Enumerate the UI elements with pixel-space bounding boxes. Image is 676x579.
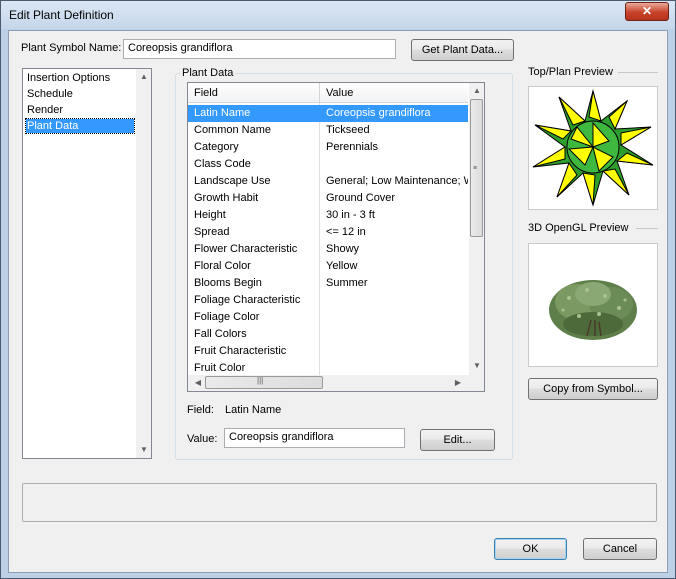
grid-scroll-up-icon[interactable]: ▲ [469, 86, 484, 95]
value-cell [320, 292, 468, 309]
plant-symbol-icon [532, 89, 654, 207]
shrub-render-icon [549, 280, 637, 340]
table-row[interactable]: Fruit Characteristic [188, 343, 468, 360]
copy-from-symbol-button[interactable]: Copy from Symbol... [528, 378, 658, 400]
symbol-name-input[interactable]: Coreopsis grandiflora [123, 39, 396, 59]
scroll-corner [469, 375, 484, 391]
field-cell: Growth Habit [194, 192, 259, 204]
table-row[interactable]: Floral Color Yellow [188, 258, 468, 275]
table-row[interactable]: Foliage Color [188, 309, 468, 326]
grid-scroll-down-icon[interactable]: ▼ [469, 361, 484, 370]
ok-button[interactable]: OK [494, 538, 567, 560]
table-row[interactable]: Growth Habit Ground Cover [188, 190, 468, 207]
field-cell: Landscape Use [194, 175, 271, 187]
field-cell: Height [194, 209, 226, 221]
nav-item[interactable]: Render [26, 103, 64, 117]
cancel-button[interactable]: Cancel [583, 538, 657, 560]
value-cell: Yellow [326, 260, 358, 272]
title-bar[interactable]: Edit Plant Definition ✕ [1, 1, 675, 29]
value-cell [320, 156, 468, 173]
value-cell: General; Low Maintenance; W [326, 175, 468, 187]
table-row[interactable]: Common Name Tickseed [188, 122, 468, 139]
field-cell: Fall Colors [194, 328, 247, 340]
edit-button[interactable]: Edit... [420, 429, 495, 451]
value-input[interactable]: Coreopsis grandiflora [224, 428, 405, 448]
table-row[interactable]: Foliage Characteristic [188, 292, 468, 309]
table-row[interactable]: Blooms Begin Summer [188, 275, 468, 292]
field-cell: Flower Characteristic [194, 243, 298, 255]
window-title: Edit Plant Definition [9, 8, 114, 22]
column-header-field[interactable]: Field [188, 83, 320, 103]
column-header-value[interactable]: Value [320, 83, 468, 103]
status-area [22, 483, 657, 522]
plant-data-grid[interactable]: Field Value Latin Name Coreopsis grandifl… [187, 82, 485, 392]
field-cell: Blooms Begin [194, 277, 262, 289]
value-cell: Showy [326, 243, 360, 255]
field-value: Latin Name [225, 404, 282, 416]
field-cell: Category [194, 141, 239, 153]
table-row[interactable]: Class Code [188, 156, 468, 173]
value-cell: Ground Cover [326, 192, 396, 204]
grid-horizontal-scrollbar[interactable]: ◀ ||| ▶ [188, 375, 469, 391]
opengl-preview-title: 3D OpenGL Preview [528, 222, 629, 234]
top-plan-preview [528, 86, 658, 210]
table-row[interactable]: Spread <= 12 in [188, 224, 468, 241]
grip-icon: ≡ [473, 165, 478, 172]
close-button[interactable]: ✕ [625, 2, 669, 21]
table-row[interactable]: Height 30 in - 3 ft [188, 207, 468, 224]
nav-item[interactable]: Schedule [26, 87, 74, 101]
scroll-down-icon[interactable]: ▼ [136, 445, 152, 454]
value-cell [320, 309, 468, 326]
scroll-up-icon[interactable]: ▲ [136, 72, 152, 81]
grid-header: Field Value [188, 83, 468, 103]
table-row[interactable]: Landscape Use General; Low Maintenance; W [188, 173, 468, 190]
get-plant-data-button[interactable]: Get Plant Data... [411, 39, 514, 61]
grid-horizontal-thumb[interactable] [205, 376, 323, 389]
divider [636, 228, 658, 229]
close-icon: ✕ [641, 4, 653, 18]
grip-icon: ||| [257, 376, 264, 385]
field-cell: Floral Color [194, 260, 251, 272]
dialog-client: Plant Symbol Name: Coreopsis grandiflora… [8, 30, 668, 573]
table-row[interactable]: Flower Characteristic Showy [188, 241, 468, 258]
value-cell [320, 326, 468, 343]
value-cell: 30 in - 3 ft [326, 209, 375, 221]
field-cell: Fruit Characteristic [194, 345, 287, 357]
table-row[interactable]: Latin Name Coreopsis grandiflora [188, 105, 468, 122]
field-label: Field: [187, 404, 214, 416]
field-cell: Class Code [194, 158, 251, 170]
symbol-name-label: Plant Symbol Name: [21, 42, 122, 54]
field-cell: Foliage Color [194, 311, 260, 323]
field-cell: Common Name [194, 124, 272, 136]
divider [618, 72, 658, 73]
dialog-window: Edit Plant Definition ✕ Plant Symbol Nam… [0, 0, 676, 579]
table-row[interactable]: Fall Colors [188, 326, 468, 343]
nav-item[interactable]: Insertion Options [26, 71, 111, 85]
category-list-scrollbar[interactable]: ▲ ▼ [136, 69, 151, 458]
value-cell: Tickseed [326, 124, 370, 136]
top-plan-preview-title: Top/Plan Preview [528, 66, 613, 78]
field-cell: Latin Name [194, 107, 251, 119]
value-cell [320, 343, 468, 360]
opengl-preview [528, 243, 658, 367]
table-row[interactable]: Category Perennials [188, 139, 468, 156]
grid-scroll-right-icon[interactable]: ▶ [450, 378, 466, 387]
category-list[interactable]: Insertion Options Schedule Render Plant Dat… [22, 68, 152, 459]
value-cell: Coreopsis grandiflora [326, 107, 431, 119]
value-cell: Summer [326, 277, 368, 289]
value-cell: <= 12 in [326, 226, 366, 238]
field-cell: Spread [194, 226, 230, 238]
grid-scroll-left-icon[interactable]: ◀ [190, 378, 206, 387]
field-cell: Foliage Characteristic [194, 294, 301, 306]
plant-data-group-title: Plant Data [180, 67, 236, 79]
value-cell: Perennials [326, 141, 378, 153]
value-label: Value: [187, 433, 218, 445]
grid-vertical-scrollbar[interactable]: ▲ ≡ ▼ [469, 83, 484, 375]
nav-item[interactable]: Plant Data [25, 118, 135, 134]
